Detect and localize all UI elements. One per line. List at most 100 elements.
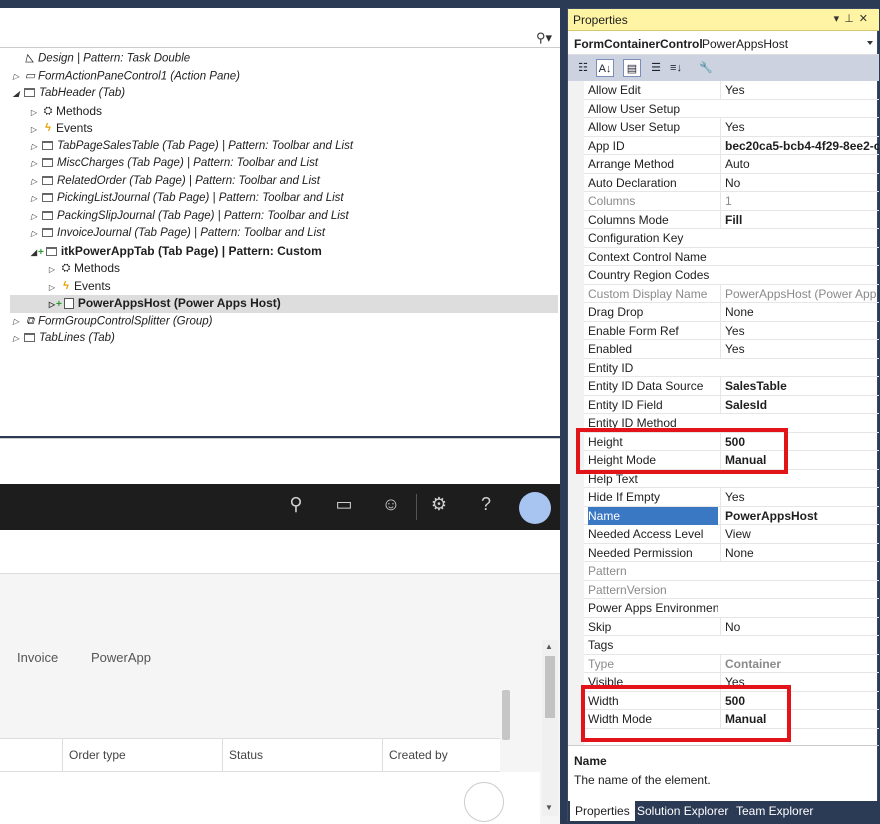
pin-icon[interactable]: ⊥ xyxy=(844,13,859,25)
avatar[interactable] xyxy=(519,492,551,524)
property-value[interactable]: Auto xyxy=(720,155,879,173)
collapsed-arrow-icon[interactable]: ▷ xyxy=(10,330,22,347)
tree-node[interactable]: ◺ Design | Pattern: Task Double xyxy=(10,50,190,68)
property-value[interactable]: None xyxy=(720,303,879,321)
collapsed-arrow-icon[interactable]: ▷ xyxy=(28,190,40,207)
chat-icon[interactable]: ▭ xyxy=(331,494,357,515)
scroll-up-icon[interactable]: ▲ xyxy=(545,642,553,651)
search-icon[interactable]: ⚲ xyxy=(283,494,309,515)
property-row[interactable]: PatternVersion xyxy=(584,581,879,600)
property-row[interactable]: Entity ID xyxy=(584,359,879,378)
dropdown-icon[interactable]: ▾ xyxy=(834,13,845,25)
tree-node[interactable]: ▷ TabPageSalesTable (Tab Page) | Pattern:… xyxy=(28,138,353,156)
property-row[interactable]: Auto Declaration No xyxy=(584,173,879,193)
tree-node[interactable]: ▷ ▭ FormActionPaneControl1 (Action Pane) xyxy=(10,68,240,86)
tree-node[interactable]: ▷ ⛭ Methods xyxy=(46,260,120,278)
tree-node[interactable]: ▷ TabLines (Tab) xyxy=(10,330,115,348)
property-row[interactable]: Configuration Key xyxy=(584,229,879,248)
tree-node[interactable]: ▷ ⧉ FormGroupControlSplitter (Group) xyxy=(10,313,213,331)
property-row[interactable]: Country Region Codes xyxy=(584,266,879,285)
property-row[interactable]: Power Apps Environment xyxy=(584,599,879,618)
property-value[interactable]: PowerAppsHost xyxy=(720,506,879,525)
property-value[interactable]: SalesId xyxy=(720,395,879,414)
expanded-arrow-icon[interactable]: ◢ xyxy=(10,85,22,102)
property-value[interactable]: No xyxy=(720,173,879,192)
tab-powerapp[interactable]: PowerApp xyxy=(91,650,151,665)
property-value[interactable]: Yes xyxy=(720,118,879,136)
tree-node[interactable]: ▷+ PowerAppsHost (Power Apps Host) xyxy=(10,295,558,313)
property-value[interactable]: Yes xyxy=(720,81,879,99)
property-row[interactable]: Hide If Empty Yes xyxy=(584,488,879,507)
properties-icon[interactable]: ▤ xyxy=(623,59,641,77)
scroll-down-icon[interactable]: ▼ xyxy=(545,803,553,812)
property-row[interactable]: Enabled Yes xyxy=(584,340,879,359)
property-row[interactable]: Columns Mode Fill xyxy=(584,210,879,230)
property-row[interactable]: Drag Drop None xyxy=(584,303,879,322)
property-row[interactable]: Type Container xyxy=(584,654,879,674)
collapsed-arrow-icon[interactable]: ▷ xyxy=(28,173,40,190)
designer-search-bar[interactable]: ⚲▾ xyxy=(0,28,560,48)
collapsed-arrow-icon[interactable]: ▷ xyxy=(28,225,40,242)
property-row[interactable]: Allow User Setup xyxy=(584,100,879,119)
collapsed-arrow-icon[interactable]: ▷ xyxy=(10,313,22,330)
property-row[interactable]: Arrange Method Auto xyxy=(584,155,879,174)
gear-icon[interactable]: ⚙ xyxy=(426,494,452,515)
tree-node[interactable]: ▷ PickingListJournal (Tab Page) | Pattern… xyxy=(28,190,344,208)
tree-node[interactable]: ▷ PackingSlipJournal (Tab Page) | Pattern… xyxy=(28,208,349,226)
tree-node[interactable]: ▷ MiscCharges (Tab Page) | Pattern: Toolb… xyxy=(28,155,318,173)
alphabetical-icon[interactable]: A↓ xyxy=(596,59,614,77)
collapsed-arrow-icon[interactable]: ▷ xyxy=(10,68,22,85)
property-value[interactable]: None xyxy=(720,543,879,562)
property-row[interactable]: Columns 1 xyxy=(584,192,879,211)
object-selector[interactable]: FormContainerControl PowerAppsHost xyxy=(568,31,879,55)
collapsed-arrow-icon[interactable]: ▷ xyxy=(28,138,40,155)
property-row[interactable]: Custom Display Name PowerAppsHost (Power … xyxy=(584,284,879,304)
property-value[interactable]: SalesTable xyxy=(720,377,879,395)
property-row[interactable]: Name PowerAppsHost xyxy=(584,506,879,526)
tab-properties[interactable]: Properties xyxy=(570,801,635,821)
column-order-type[interactable]: Order type xyxy=(62,739,222,771)
property-row[interactable]: Entity ID Field SalesId xyxy=(584,395,879,415)
window-controls[interactable]: ▾⊥✕ xyxy=(834,12,873,25)
column-status[interactable]: Status xyxy=(222,739,382,771)
tree-node[interactable]: ▷ InvoiceJournal (Tab Page) | Pattern: To… xyxy=(28,225,325,243)
property-row[interactable]: App ID bec20ca5-bcb4-4f29-8ee2-c xyxy=(584,136,879,156)
collapsed-arrow-icon[interactable]: ▷ xyxy=(46,279,58,296)
property-row[interactable]: Allow Edit Yes xyxy=(584,81,879,100)
tree-node[interactable]: ◢+ itkPowerAppTab (Tab Page) | Pattern: C… xyxy=(28,243,322,261)
property-row[interactable]: Needed Permission None xyxy=(584,543,879,563)
collapsed-arrow-icon[interactable]: ▷ xyxy=(28,121,40,138)
close-icon[interactable]: ✕ xyxy=(859,13,873,25)
scroll-thumb[interactable] xyxy=(545,656,555,718)
tree-node[interactable]: ▷ RelatedOrder (Tab Page) | Pattern: Tool… xyxy=(28,173,320,191)
property-value[interactable]: Fill xyxy=(720,210,879,229)
property-row[interactable]: Context Control Name xyxy=(584,248,879,267)
property-row[interactable]: Allow User Setup Yes xyxy=(584,118,879,137)
tab-team-explorer[interactable]: Team Explorer xyxy=(731,801,818,821)
property-row[interactable]: Entity ID Data Source SalesTable xyxy=(584,377,879,396)
chevron-down-icon[interactable] xyxy=(867,41,873,45)
categorized-icon[interactable]: ☷ xyxy=(574,59,592,77)
property-row[interactable]: Skip No xyxy=(584,617,879,637)
search-icon[interactable]: ⚲▾ xyxy=(536,30,552,46)
tree-node[interactable]: ▷ ϟ Events xyxy=(46,278,111,296)
property-value[interactable]: Yes xyxy=(720,321,879,340)
property-value[interactable]: View xyxy=(720,525,879,543)
property-value[interactable]: Yes xyxy=(720,340,879,358)
property-value[interactable]: No xyxy=(720,617,879,636)
property-value[interactable]: 1 xyxy=(720,192,879,210)
collapsed-arrow-icon[interactable]: ▷ xyxy=(28,155,40,172)
collapsed-arrow-icon[interactable]: ▷ xyxy=(28,104,40,121)
property-value[interactable]: Container xyxy=(720,654,879,673)
property-value[interactable]: PowerAppsHost (Power App xyxy=(720,284,879,303)
collapsed-arrow-icon[interactable]: ▷ xyxy=(28,208,40,225)
column-created-by[interactable]: Created by xyxy=(382,739,500,771)
inner-scrollbar[interactable] xyxy=(502,690,510,740)
property-row[interactable]: Tags xyxy=(584,636,879,655)
property-row[interactable]: Needed Access Level View xyxy=(584,525,879,544)
property-value[interactable]: Yes xyxy=(720,488,879,506)
property-row[interactable]: Enable Form Ref Yes xyxy=(584,321,879,341)
sort-icon[interactable]: ≡↓ xyxy=(667,59,685,77)
tab-invoice[interactable]: Invoice xyxy=(17,650,58,665)
tree-node[interactable]: ◢ TabHeader (Tab) xyxy=(10,85,125,103)
